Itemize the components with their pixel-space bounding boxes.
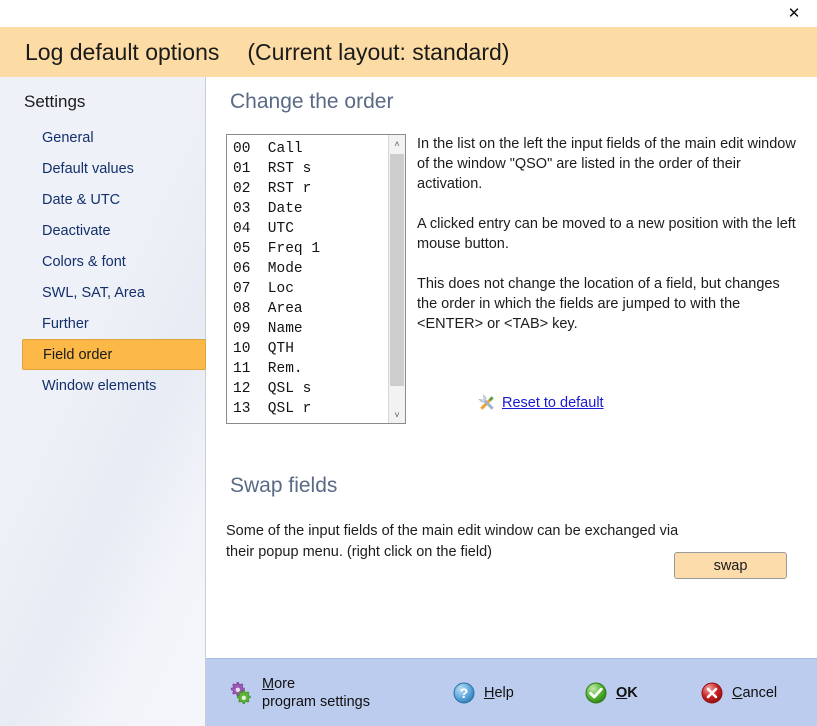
swap-fields-description: Some of the input fields of the main edi…: [226, 523, 679, 560]
gears-icon: [230, 681, 251, 704]
list-item[interactable]: 13 QSL r: [233, 399, 388, 419]
help-label: Help: [484, 684, 514, 702]
list-item[interactable]: 09 Name: [233, 319, 388, 339]
change-order-description-2: A clicked entry can be moved to a new po…: [417, 216, 796, 252]
more-line2: program settings: [262, 693, 370, 710]
list-item[interactable]: 05 Freq 1: [233, 239, 388, 259]
settings-sidebar: Settings General Default values Date & UTC…: [0, 77, 206, 726]
x-circle-icon: [701, 682, 723, 703]
sidebar-item-label: Deactivate: [42, 222, 111, 239]
scroll-up-icon[interactable]: ˄: [389, 135, 405, 152]
ok-button[interactable]: OK: [584, 681, 638, 705]
cancel-accel: C: [732, 684, 743, 701]
list-item[interactable]: 12 QSL s: [233, 379, 388, 399]
list-item[interactable]: 02 RST r: [233, 179, 388, 199]
sidebar-title: Settings: [24, 92, 86, 111]
ok-label: OK: [616, 684, 638, 702]
change-order-description-1: In the list on the left the input fields…: [417, 136, 796, 192]
more-accel: M: [262, 675, 275, 692]
current-layout-label: (Current layout: standard): [247, 38, 510, 65]
scroll-down-icon[interactable]: ˅: [389, 406, 405, 423]
svg-text:?: ?: [460, 685, 469, 701]
more-rest: ore: [274, 675, 296, 692]
sidebar-item-label: Date & UTC: [42, 191, 121, 208]
page-title: Log default options: [25, 38, 220, 65]
reset-to-default-label: Reset to default: [502, 395, 604, 411]
list-item[interactable]: 01 RST s: [233, 159, 388, 179]
window-title-strip: ✕: [0, 0, 817, 27]
cancel-label: Cancel: [732, 684, 777, 702]
sidebar-item-default-values[interactable]: Default values: [0, 153, 206, 184]
sidebar-item-window-elements[interactable]: Window elements: [0, 370, 206, 401]
sidebar-item-date-utc[interactable]: Date & UTC: [0, 184, 206, 215]
sidebar-item-swl-sat-area[interactable]: SWL, SAT, Area: [0, 277, 206, 308]
more-program-settings-button[interactable]: More program settings: [228, 675, 370, 711]
sidebar-item-label: Window elements: [42, 377, 157, 394]
sidebar-item-deactivate[interactable]: Deactivate: [0, 215, 206, 246]
list-item[interactable]: 06 Mode: [233, 259, 388, 279]
list-item[interactable]: 04 UTC: [233, 219, 388, 239]
list-item[interactable]: 10 QTH: [233, 339, 388, 359]
sidebar-item-field-order[interactable]: Field order: [22, 339, 206, 370]
sidebar-nav: General Default values Date & UTC Deactivat…: [0, 122, 206, 401]
cancel-rest: ancel: [742, 684, 778, 701]
help-accel: H: [484, 684, 495, 701]
field-order-list[interactable]: 00 Call 01 RST s 02 RST r 03 Date 04 UTC 05 F…: [227, 135, 388, 423]
scrollbar-thumb[interactable]: [390, 154, 404, 386]
swap-fields-heading: Swap fields: [230, 474, 338, 497]
sidebar-item-label: Default values: [42, 160, 134, 177]
dialog-header: Log default options (Current layout: sta…: [0, 27, 817, 77]
list-item[interactable]: 08 Area: [233, 299, 388, 319]
change-order-heading: Change the order: [230, 90, 394, 113]
reset-to-default-button[interactable]: Reset to default: [476, 392, 604, 414]
sidebar-item-further[interactable]: Further: [0, 308, 206, 339]
sidebar-item-colors-font[interactable]: Colors & font: [0, 246, 206, 277]
check-circle-icon: [585, 682, 607, 703]
question-circle-icon: ?: [453, 682, 475, 703]
help-button[interactable]: ? Help: [452, 681, 514, 705]
ok-rest: K: [627, 684, 638, 701]
change-order-description-3: This does not change the location of a f…: [417, 276, 780, 332]
main-content-panel: Change the order 00 Call 01 RST s 02 RST r…: [206, 77, 817, 658]
cancel-button[interactable]: Cancel: [700, 681, 777, 705]
close-icon[interactable]: ✕: [771, 0, 817, 27]
list-item[interactable]: 03 Date: [233, 199, 388, 219]
list-item[interactable]: 00 Call: [233, 139, 388, 159]
field-order-scrollbar[interactable]: ˄ ˅: [388, 135, 405, 423]
field-order-listbox[interactable]: 00 Call 01 RST s 02 RST r 03 Date 04 UTC 05 F…: [226, 134, 406, 424]
more-program-settings-label: More program settings: [262, 675, 370, 711]
sidebar-item-label: SWL, SAT, Area: [42, 284, 145, 301]
list-item[interactable]: 07 Loc: [233, 279, 388, 299]
help-rest: elp: [494, 684, 514, 701]
tools-icon: [478, 394, 494, 410]
swap-button[interactable]: swap: [674, 552, 787, 579]
sidebar-item-label: Colors & font: [42, 253, 126, 270]
sidebar-item-label: Further: [42, 315, 89, 332]
ok-accel: O: [616, 684, 628, 701]
list-item[interactable]: 11 Rem.: [233, 359, 388, 379]
sidebar-item-general[interactable]: General: [0, 122, 206, 153]
dialog-footer: More program settings ? Help OK Cancel: [206, 658, 817, 726]
sidebar-item-label: Field order: [43, 346, 113, 363]
sidebar-item-label: General: [42, 129, 94, 146]
